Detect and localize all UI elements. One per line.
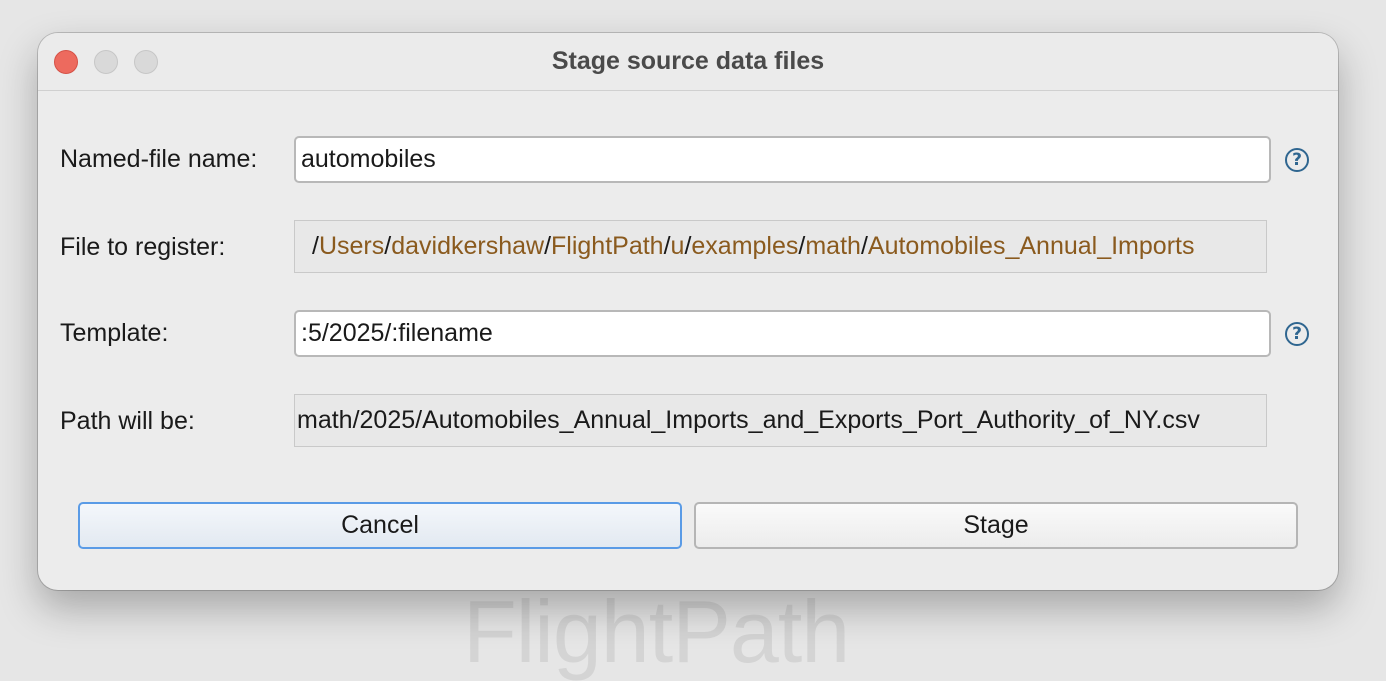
path-segment-math[interactable]: math (805, 232, 861, 260)
path-will-be-value: math/2025/Automobiles_Annual_Imports_and… (294, 394, 1267, 447)
title-bar: Stage source data files (38, 33, 1338, 91)
path-segment-users[interactable]: Users (319, 232, 384, 260)
path-segment-examples[interactable]: examples (691, 232, 798, 260)
path-separator: / (312, 232, 319, 260)
cancel-button[interactable]: Cancel (78, 502, 682, 549)
flightpath-backdrop-logo: FlightPath (463, 582, 850, 681)
path-segment-u[interactable]: u (671, 232, 685, 260)
path-segment-filename[interactable]: Automobiles_Annual_Imports (868, 232, 1195, 260)
named-file-name-input[interactable]: automobiles (294, 136, 1271, 183)
path-segment-flightpath[interactable]: FlightPath (551, 232, 664, 260)
file-to-register-label: File to register: (60, 233, 226, 261)
path-separator: / (860, 232, 868, 260)
stage-button[interactable]: Stage (694, 502, 1298, 549)
template-label: Template: (60, 319, 169, 347)
path-separator: / (544, 232, 552, 260)
dialog-title: Stage source data files (551, 47, 825, 75)
path-will-be-label: Path will be: (60, 407, 195, 435)
template-input[interactable]: :5/2025/:filename (294, 310, 1271, 357)
stage-dialog: Stage source data files Named-file name:… (38, 33, 1338, 590)
named-file-help-icon[interactable]: ? (1285, 148, 1309, 172)
named-file-name-label: Named-file name: (60, 145, 258, 173)
template-help-icon[interactable]: ? (1285, 322, 1309, 346)
file-to-register-path: /Users/davidkershaw/FlightPath/u/example… (294, 220, 1267, 273)
path-separator: / (663, 232, 671, 260)
path-segment-user[interactable]: davidkershaw (391, 232, 544, 260)
